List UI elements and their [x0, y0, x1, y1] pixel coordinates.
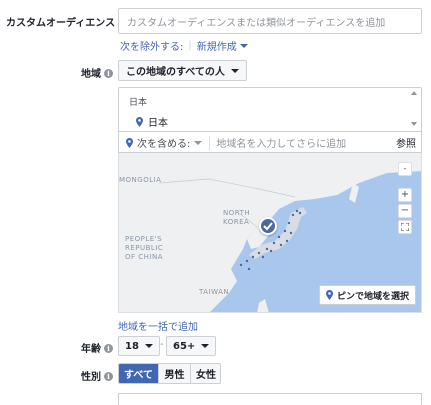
location-group-header: 日本 — [129, 98, 148, 108]
age-max-dropdown[interactable]: 65+ — [166, 336, 217, 356]
zoom-out-button[interactable]: − — [398, 204, 412, 218]
next-row-input[interactable] — [118, 393, 422, 405]
pin-select-label: ピンで地域を選択 — [337, 291, 410, 302]
map-label-china-2: REPUBLIC — [125, 244, 164, 252]
pin-icon — [326, 290, 333, 300]
include-dropdown[interactable]: 次を含める: — [118, 132, 203, 153]
custom-audience-input[interactable]: カスタムオーディエンスまたは類似オーディエンスを追加 — [118, 8, 422, 34]
info-icon[interactable]: i — [104, 372, 113, 381]
link-separator: | — [188, 40, 192, 51]
info-icon[interactable]: i — [104, 344, 113, 353]
custom-audience-placeholder: カスタムオーディエンスまたは類似オーディエンスを追加 — [127, 17, 386, 29]
check-icon[interactable] — [259, 217, 277, 235]
browse-button[interactable]: 参照 — [396, 135, 422, 150]
map-label-china: PEOPLE'S — [125, 235, 163, 243]
custom-audience-label-text: カスタムオーディエンス — [6, 18, 116, 29]
location-search-placeholder: 地域名を入力してさらに追加 — [216, 139, 347, 150]
age-min-dropdown[interactable]: 18 — [118, 336, 160, 356]
include-dropdown-label: 次を含める: — [137, 139, 191, 150]
selected-location-item: 日本 — [136, 114, 168, 129]
bulk-add-location-link[interactable]: 地域を一括で追加 — [118, 318, 198, 333]
gender-label: 性別 i — [81, 368, 113, 383]
gender-option-all[interactable]: すべて — [119, 364, 158, 383]
location-type-dropdown[interactable]: この地域のすべての人 — [118, 60, 247, 81]
age-max-value: 65+ — [173, 340, 196, 352]
pin-icon — [136, 116, 143, 127]
chevron-down-icon — [201, 344, 210, 348]
age-separator: - — [160, 339, 164, 350]
chevron-down-icon — [230, 68, 239, 73]
gender-segmented-control: すべて 男性 女性 — [118, 363, 221, 384]
exclude-link[interactable]: 次を除外する: — [120, 38, 183, 53]
location-label: 地域 i — [81, 65, 113, 80]
location-type-value: この地域のすべての人 — [126, 67, 225, 78]
chevron-down-icon[interactable] — [239, 43, 248, 48]
location-search-row: 次を含める: 地域名を入力してさらに追加 参照 — [118, 131, 422, 153]
age-label-text: 年齢 — [81, 344, 101, 355]
map-label-mongolia: MONGOLIA — [119, 176, 162, 184]
location-box: 日本 日本 次を含める: 地域名を入力してさらに追加 参照 — [118, 87, 422, 153]
location-label-text: 地域 — [81, 69, 101, 80]
selected-location-name: 日本 — [148, 118, 168, 129]
gender-label-text: 性別 — [81, 372, 101, 383]
map-label-china-3: OF CHINA — [125, 253, 164, 261]
chevron-down-icon — [144, 344, 153, 348]
chevron-down-icon — [194, 140, 203, 145]
map[interactable]: MONGOLIA NORTH KOREA PEOPLE'S REPUBLIC O… — [118, 153, 422, 313]
collapse-icon[interactable]: - — [398, 162, 412, 176]
fullscreen-icon[interactable] — [398, 220, 412, 234]
gender-option-male[interactable]: 男性 — [158, 364, 190, 383]
pin-select-button[interactable]: ピンで地域を選択 — [319, 285, 417, 305]
map-label-north-korea: NORTH — [223, 209, 251, 217]
scroll-down-icon[interactable] — [411, 122, 417, 126]
zoom-in-button[interactable]: + — [398, 188, 412, 202]
age-min-value: 18 — [125, 340, 139, 352]
gender-option-female[interactable]: 女性 — [190, 364, 220, 383]
map-label-taiwan: TAIWAN — [199, 288, 230, 296]
age-label: 年齢 i — [81, 340, 113, 355]
info-icon[interactable]: i — [104, 69, 113, 78]
custom-audience-label: カスタムオーディエンスi — [6, 14, 128, 29]
location-search-input[interactable]: 地域名を入力してさらに追加 — [210, 135, 396, 150]
scroll-up-icon[interactable] — [411, 91, 417, 95]
map-label-north-korea-2: KOREA — [223, 218, 250, 226]
pin-icon — [126, 137, 133, 148]
create-new-link[interactable]: 新規作成 — [197, 38, 237, 53]
